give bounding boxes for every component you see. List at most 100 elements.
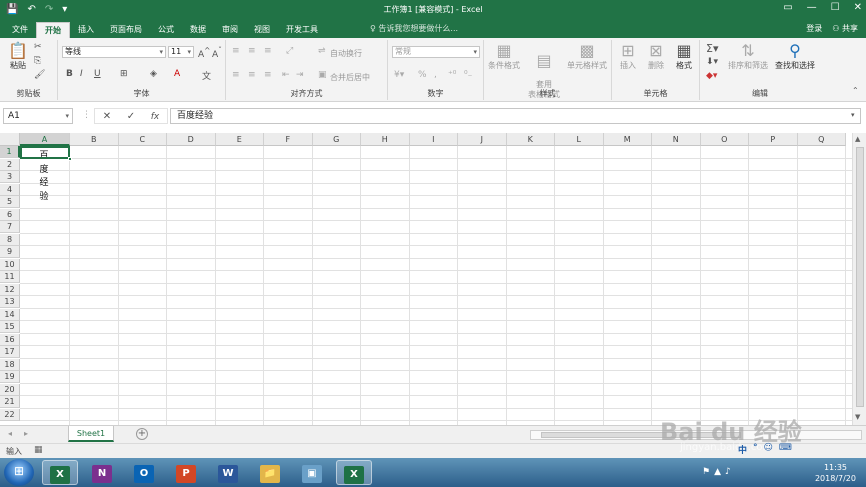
ribbon-display-icon[interactable]: ▭ [783,2,792,13]
keyboard-icon[interactable]: ⌨ [779,443,792,458]
taskbar-powerpoint[interactable]: P [168,460,204,485]
active-cell[interactable] [20,146,70,159]
column-header-q[interactable]: Q [797,133,846,146]
column-header-o[interactable]: O [700,133,749,146]
font-color-icon[interactable]: A [174,69,180,79]
fill-handle[interactable] [68,157,72,161]
indent-increase-icon[interactable]: ⇥ [296,70,304,80]
align-right-icon[interactable]: ≡ [264,70,272,80]
sort-filter-button[interactable]: ⇅ 排序和筛选 [726,42,770,71]
row-header-18[interactable]: 18 [0,358,20,371]
column-header-b[interactable]: B [70,133,119,146]
align-middle-icon[interactable]: ≡ [248,46,256,56]
row-header-20[interactable]: 20 [0,383,20,396]
formula-input[interactable]: 百度经验 [170,108,861,124]
row-header-14[interactable]: 14 [0,308,20,321]
sheet-nav-arrows[interactable]: ◂▸ [8,429,40,438]
login-link[interactable]: 登录 [806,23,822,34]
taskbar-outlook[interactable]: O [126,460,162,485]
column-header-n[interactable]: N [652,133,701,146]
row-header-1[interactable]: 1 [0,146,20,158]
vertical-scroll-thumb[interactable] [856,147,864,407]
paste-button[interactable]: 📋 粘贴 [6,42,30,71]
taskbar-excel-window[interactable]: X [336,460,372,485]
row-header-22[interactable]: 22 [0,408,20,421]
row-header-3[interactable]: 3 [0,171,20,183]
column-header-j[interactable]: J [458,133,507,146]
currency-icon[interactable]: ¥▾ [394,70,404,80]
font-name-combo[interactable]: 等线 ▾ [62,46,166,58]
format-painter-icon[interactable]: 🖌 [34,70,45,80]
column-header-f[interactable]: F [264,133,313,146]
row-header-2[interactable]: 2 [0,158,20,171]
number-format-combo[interactable]: 常规 ▾ [392,46,480,58]
add-sheet-button[interactable]: + [136,428,148,440]
row-header-13[interactable]: 13 [0,296,20,308]
row-header-7[interactable]: 7 [0,221,20,233]
tab-home[interactable]: 开始 [36,22,70,38]
column-header-i[interactable]: I [409,133,458,146]
merge-icon[interactable]: ▣ [318,70,327,80]
row-header-21[interactable]: 21 [0,396,20,408]
wrap-text-icon[interactable]: ⇌ [318,46,326,56]
fill-icon[interactable]: ⬇▾ [706,57,718,67]
worksheet-grid[interactable]: A B C D E F G H I J K L M N O P Q 1 2 3 4 5 6 7 8 9 10 11 12 13 14 15 16… [0,133,852,425]
tab-insert[interactable]: 插入 [70,22,102,38]
ime-punct-icon[interactable]: ° [753,443,758,458]
decrease-font-icon[interactable]: Aˇ [212,46,222,60]
increase-decimal-icon[interactable]: ⁺⁰ [448,70,456,80]
insert-function-icon[interactable]: fx [151,109,160,123]
clear-icon[interactable]: ◆▾ [706,71,717,81]
taskbar-app[interactable]: ▣ [294,460,330,485]
row-header-6[interactable]: 6 [0,208,20,221]
row-header-12[interactable]: 12 [0,283,20,296]
column-header-a[interactable]: A [20,133,70,146]
tab-developer[interactable]: 开发工具 [278,22,326,38]
row-header-15[interactable]: 15 [0,321,20,333]
tab-view[interactable]: 视图 [246,22,278,38]
ime-mode[interactable]: 中 [738,443,747,458]
increase-font-icon[interactable]: A^ [198,46,210,60]
taskbar-explorer[interactable]: 📁 [252,460,288,485]
column-header-k[interactable]: K [506,133,555,146]
row-header-19[interactable]: 19 [0,371,20,383]
close-button[interactable]: ✕ [854,2,862,13]
align-top-icon[interactable]: ≡ [232,46,240,56]
decrease-decimal-icon[interactable]: ⁰₋ [464,70,472,80]
row-header-16[interactable]: 16 [0,333,20,346]
row-header-5[interactable]: 5 [0,196,20,208]
align-bottom-icon[interactable]: ≡ [264,46,272,56]
row-header-8[interactable]: 8 [0,233,20,246]
font-size-combo[interactable]: 11 ▾ [168,46,194,58]
column-header-l[interactable]: L [555,133,604,146]
column-header-m[interactable]: M [603,133,652,146]
column-header-d[interactable]: D [167,133,216,146]
enter-icon[interactable]: ✓ [127,109,135,123]
merge-center-button[interactable]: 合并后居中 [330,72,370,83]
bold-button[interactable]: B [66,69,73,79]
column-header-p[interactable]: P [749,133,798,146]
name-box[interactable]: A1 ▾ [3,108,73,124]
sheet-tab-sheet1[interactable]: Sheet1 [68,426,114,442]
row-header-11[interactable]: 11 [0,271,20,283]
insert-cells-button[interactable]: ⊞ 插入 [616,42,640,71]
italic-button[interactable]: I [80,69,83,79]
copy-icon[interactable]: ⎘ [34,56,41,66]
find-select-button[interactable]: ⚲ 查找和选择 [772,42,818,71]
cancel-icon[interactable]: ✕ [103,109,111,123]
select-all-corner[interactable] [0,133,20,146]
collapse-ribbon-icon[interactable]: ⌃ [852,86,859,95]
align-center-icon[interactable]: ≡ [248,70,256,80]
underline-button[interactable]: U [94,69,101,79]
tab-formulas[interactable]: 公式 [150,22,182,38]
tell-me-search[interactable]: ♀ 告诉我您想要做什么... [370,23,458,34]
scroll-up-icon[interactable]: ▲ [855,135,860,143]
vertical-scrollbar[interactable]: ▲ ▼ [852,133,866,425]
cut-icon[interactable]: ✂ [34,42,42,52]
row-header-10[interactable]: 10 [0,258,20,271]
column-header-c[interactable]: C [118,133,167,146]
column-header-e[interactable]: E [215,133,264,146]
clock[interactable]: 11:35 2018/7/20 [815,462,856,484]
percent-button[interactable]: % [418,70,427,80]
minimize-button[interactable]: — [807,2,817,13]
